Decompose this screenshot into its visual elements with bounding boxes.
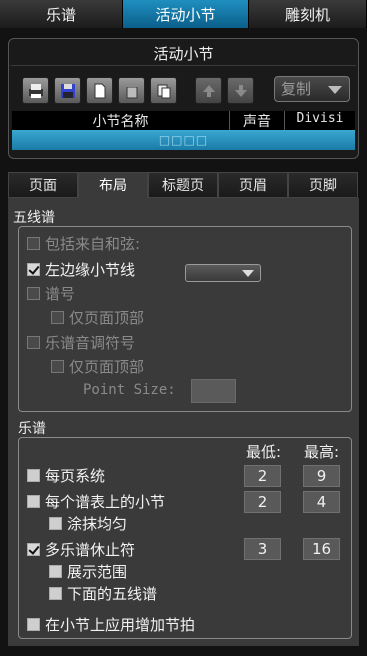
include-chords-option[interactable]: 包括来自和弦: [27, 233, 140, 254]
copy-dropdown[interactable]: 复制 [274, 76, 350, 102]
staff-section-title: 五线谱 [13, 210, 55, 226]
score-section-title: 乐谱 [18, 421, 46, 437]
checkbox[interactable] [51, 360, 64, 373]
checkbox[interactable] [51, 311, 64, 324]
arrow-up-icon [202, 84, 215, 97]
copy-icon [157, 84, 170, 98]
show-range-option[interactable]: 展示范围 [49, 561, 127, 582]
move-down-button[interactable] [227, 77, 254, 104]
top-only-label: 仅页面顶部 [69, 309, 145, 327]
checkbox[interactable] [27, 287, 40, 300]
checkbox[interactable] [27, 495, 40, 508]
chevron-down-icon [242, 270, 254, 277]
checkbox[interactable] [27, 237, 40, 250]
systems-per-page-label: 每页系统 [45, 467, 106, 485]
apply-pickup-option[interactable]: 在小节上应用增加节拍 [27, 614, 195, 635]
column-voice[interactable]: 声音 [230, 111, 285, 130]
apply-pickup-label: 在小节上应用增加节拍 [45, 616, 196, 634]
delete-button[interactable] [118, 77, 145, 104]
systems-per-page-option[interactable]: 每页系统 [27, 465, 105, 486]
left-barline-option[interactable]: 左边缘小节线 [27, 259, 135, 280]
new-button[interactable] [86, 77, 113, 104]
point-size-label: Point Size: [83, 382, 176, 398]
point-size-input[interactable] [191, 379, 236, 403]
show-range-label: 展示范围 [67, 563, 128, 581]
trash-icon [125, 84, 138, 98]
score-group: 最低: 最高: 每页系统 2 9 每个谱表上的小节 2 4 涂抹均匀 多乐谱休止… [18, 437, 352, 639]
left-barline-label: 左边缘小节线 [45, 261, 136, 279]
measures-per-system-label: 每个谱表上的小节 [45, 493, 166, 511]
staff-group: 包括来自和弦: 左边缘小节线 谱号 仅页面顶部 乐谱音调符号 仅页面顶部 Poi… [18, 226, 352, 412]
checkbox[interactable] [27, 336, 40, 349]
multi-rest-option[interactable]: 多乐谱休止符 [27, 539, 135, 560]
measure-list-row[interactable]: □□□□ [12, 130, 355, 150]
checkbox[interactable] [27, 263, 40, 276]
new-page-icon [94, 83, 105, 98]
systems-max-input[interactable]: 9 [303, 465, 340, 487]
divider [11, 65, 356, 66]
measures-min-input[interactable]: 2 [244, 491, 281, 513]
active-measure-panel: 活动小节 复制 小节名称 声音 Divisi □□□□ [8, 38, 359, 159]
checkbox[interactable] [49, 517, 62, 530]
floppy-disk-icon [60, 83, 75, 98]
multi-rest-label: 多乐谱休止符 [45, 541, 136, 559]
tab-title-page[interactable]: 标题页 [148, 172, 218, 198]
checkbox[interactable] [27, 469, 40, 482]
save-button[interactable] [54, 77, 81, 104]
checkbox[interactable] [49, 565, 62, 578]
multi-rest-max-input[interactable]: 16 [303, 538, 340, 560]
key-signature-top-only-option[interactable]: 仅页面顶部 [51, 356, 144, 377]
staff-number-option[interactable]: 谱号 [27, 283, 75, 304]
spread-evenly-option[interactable]: 涂抹均匀 [49, 513, 127, 534]
layout-tab-content: 五线谱 包括来自和弦: 左边缘小节线 谱号 仅页面顶部 乐谱音调符号 仅页面顶部 [8, 198, 359, 646]
include-chords-label: 包括来自和弦: [45, 235, 141, 253]
below-staff-label: 下面的五线谱 [67, 585, 158, 603]
tab-footer[interactable]: 页脚 [288, 172, 358, 198]
panel-title: 活动小节 [153, 45, 214, 63]
checkbox[interactable] [27, 618, 40, 631]
top-tab-bar: 乐谱 活动小节 雕刻机 [0, 0, 367, 28]
chevron-down-icon [328, 86, 342, 94]
systems-min-input[interactable]: 2 [244, 465, 281, 487]
tab-page[interactable]: 页面 [8, 172, 78, 198]
key-signature-option[interactable]: 乐谱音调符号 [27, 332, 135, 353]
checkbox[interactable] [49, 587, 62, 600]
chord-source-dropdown[interactable] [185, 264, 261, 282]
printer-icon [28, 83, 43, 98]
multi-rest-min-input[interactable]: 3 [244, 538, 281, 560]
tab-active-measure[interactable]: 活动小节 [123, 0, 249, 28]
print-button[interactable] [22, 77, 49, 104]
measures-max-input[interactable]: 4 [303, 491, 340, 513]
staff-number-label: 谱号 [45, 285, 76, 303]
checkbox[interactable] [27, 543, 40, 556]
duplicate-button[interactable] [150, 77, 177, 104]
copy-dropdown-value: 复制 [281, 80, 312, 98]
column-divisi[interactable]: Divisi [285, 111, 355, 130]
key-signature-label: 乐谱音调符号 [45, 334, 136, 352]
below-staff-option[interactable]: 下面的五线谱 [49, 583, 157, 604]
tab-layout[interactable]: 布局 [78, 172, 148, 198]
column-measure-name[interactable]: 小节名称 [12, 111, 230, 130]
min-label: 最低: [246, 443, 282, 461]
settings-tab-bar: 页面 布局 标题页 页眉 页脚 [8, 172, 359, 198]
measure-list-header: 小节名称 声音 Divisi [12, 111, 355, 130]
move-up-button[interactable] [195, 77, 222, 104]
tab-header[interactable]: 页眉 [218, 172, 288, 198]
tab-engraver[interactable]: 雕刻机 [249, 0, 367, 28]
measures-per-system-option[interactable]: 每个谱表上的小节 [27, 491, 165, 512]
tab-score[interactable]: 乐谱 [0, 0, 123, 28]
staff-number-top-only-option[interactable]: 仅页面顶部 [51, 307, 144, 328]
spread-evenly-label: 涂抹均匀 [67, 515, 128, 533]
top-only-label: 仅页面顶部 [69, 358, 145, 376]
arrow-down-icon [234, 84, 247, 97]
max-label: 最高: [304, 443, 340, 461]
